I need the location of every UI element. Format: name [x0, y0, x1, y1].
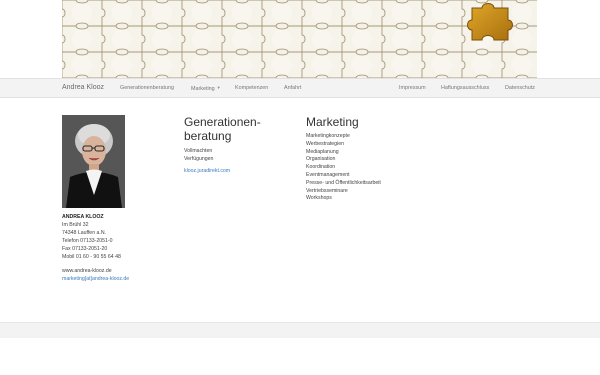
nav-item-kompetenzen[interactable]: Kompetenzen	[235, 85, 268, 91]
contact-email-link[interactable]: marketing[at]andrea-klooz.de	[62, 276, 129, 282]
portrait-photo	[62, 115, 125, 208]
puzzle-banner-image	[62, 0, 537, 78]
nav-item-marketing[interactable]: Marketing ▼	[191, 85, 221, 92]
contact-city: 74348 Lauffen a.N.	[62, 230, 107, 237]
list-item: Verfügungen	[184, 156, 214, 163]
nav-item-generationenberatung[interactable]: Generationenberatung	[120, 85, 174, 91]
contact-street: Im Brühl 32	[62, 222, 89, 229]
generationenberatung-heading: Generationen-beratung	[184, 115, 261, 143]
list-item: Workshops	[306, 195, 332, 202]
chevron-down-icon: ▼	[216, 85, 221, 90]
main-navbar: Andrea Klooz Generationenberatung Market…	[0, 78, 600, 98]
nav-item-datenschutz[interactable]: Datenschutz	[505, 85, 535, 91]
contact-fax: Fax 07133-2051-20	[62, 246, 108, 253]
list-item: Vertriebsseminare	[306, 187, 348, 194]
list-item: Marketingkonzepte	[306, 133, 350, 139]
juradirekt-link[interactable]: klooz.juradirekt.com	[184, 168, 230, 174]
list-item: Organisation	[306, 156, 336, 163]
list-item: Presse- und Öffentlichkeitsarbeit	[306, 179, 381, 186]
marketing-list: Marketingkonzepte Werbestrategien Mediap…	[306, 133, 381, 203]
contact-mobile: Mobil 01 60 - 90 55 64 48	[62, 254, 121, 261]
nav-item-impressum[interactable]: Impressum	[399, 85, 426, 91]
generationenberatung-list: Vollmachten Verfügungen	[184, 147, 213, 164]
list-item: Werbestrategien	[306, 140, 344, 147]
contact-block: ANDREA KLOOZ Im Brühl 32 74348 Lauffen a…	[62, 213, 129, 283]
contact-name: ANDREA KLOOZ	[62, 214, 104, 220]
contact-website: www.andrea-klooz.de	[62, 267, 112, 274]
brand-link[interactable]: Andrea Klooz	[62, 84, 104, 91]
marketing-heading: Marketing	[306, 115, 359, 129]
puzzle-banner	[62, 0, 537, 78]
list-item: Vollmachten	[184, 148, 213, 154]
nav-item-marketing-label: Marketing	[191, 86, 215, 92]
list-item: Mediaplanung	[306, 148, 339, 155]
list-item: Eventmanagement	[306, 171, 350, 178]
contact-phone: Telefon 07133-2051-0	[62, 238, 113, 245]
nav-item-haftungsausschluss[interactable]: Haftungsausschluss	[441, 85, 489, 91]
portrait-image	[62, 115, 125, 208]
nav-item-anfahrt[interactable]: Anfahrt	[284, 85, 301, 91]
page-footer	[0, 322, 600, 338]
list-item: Koordination	[306, 164, 336, 171]
